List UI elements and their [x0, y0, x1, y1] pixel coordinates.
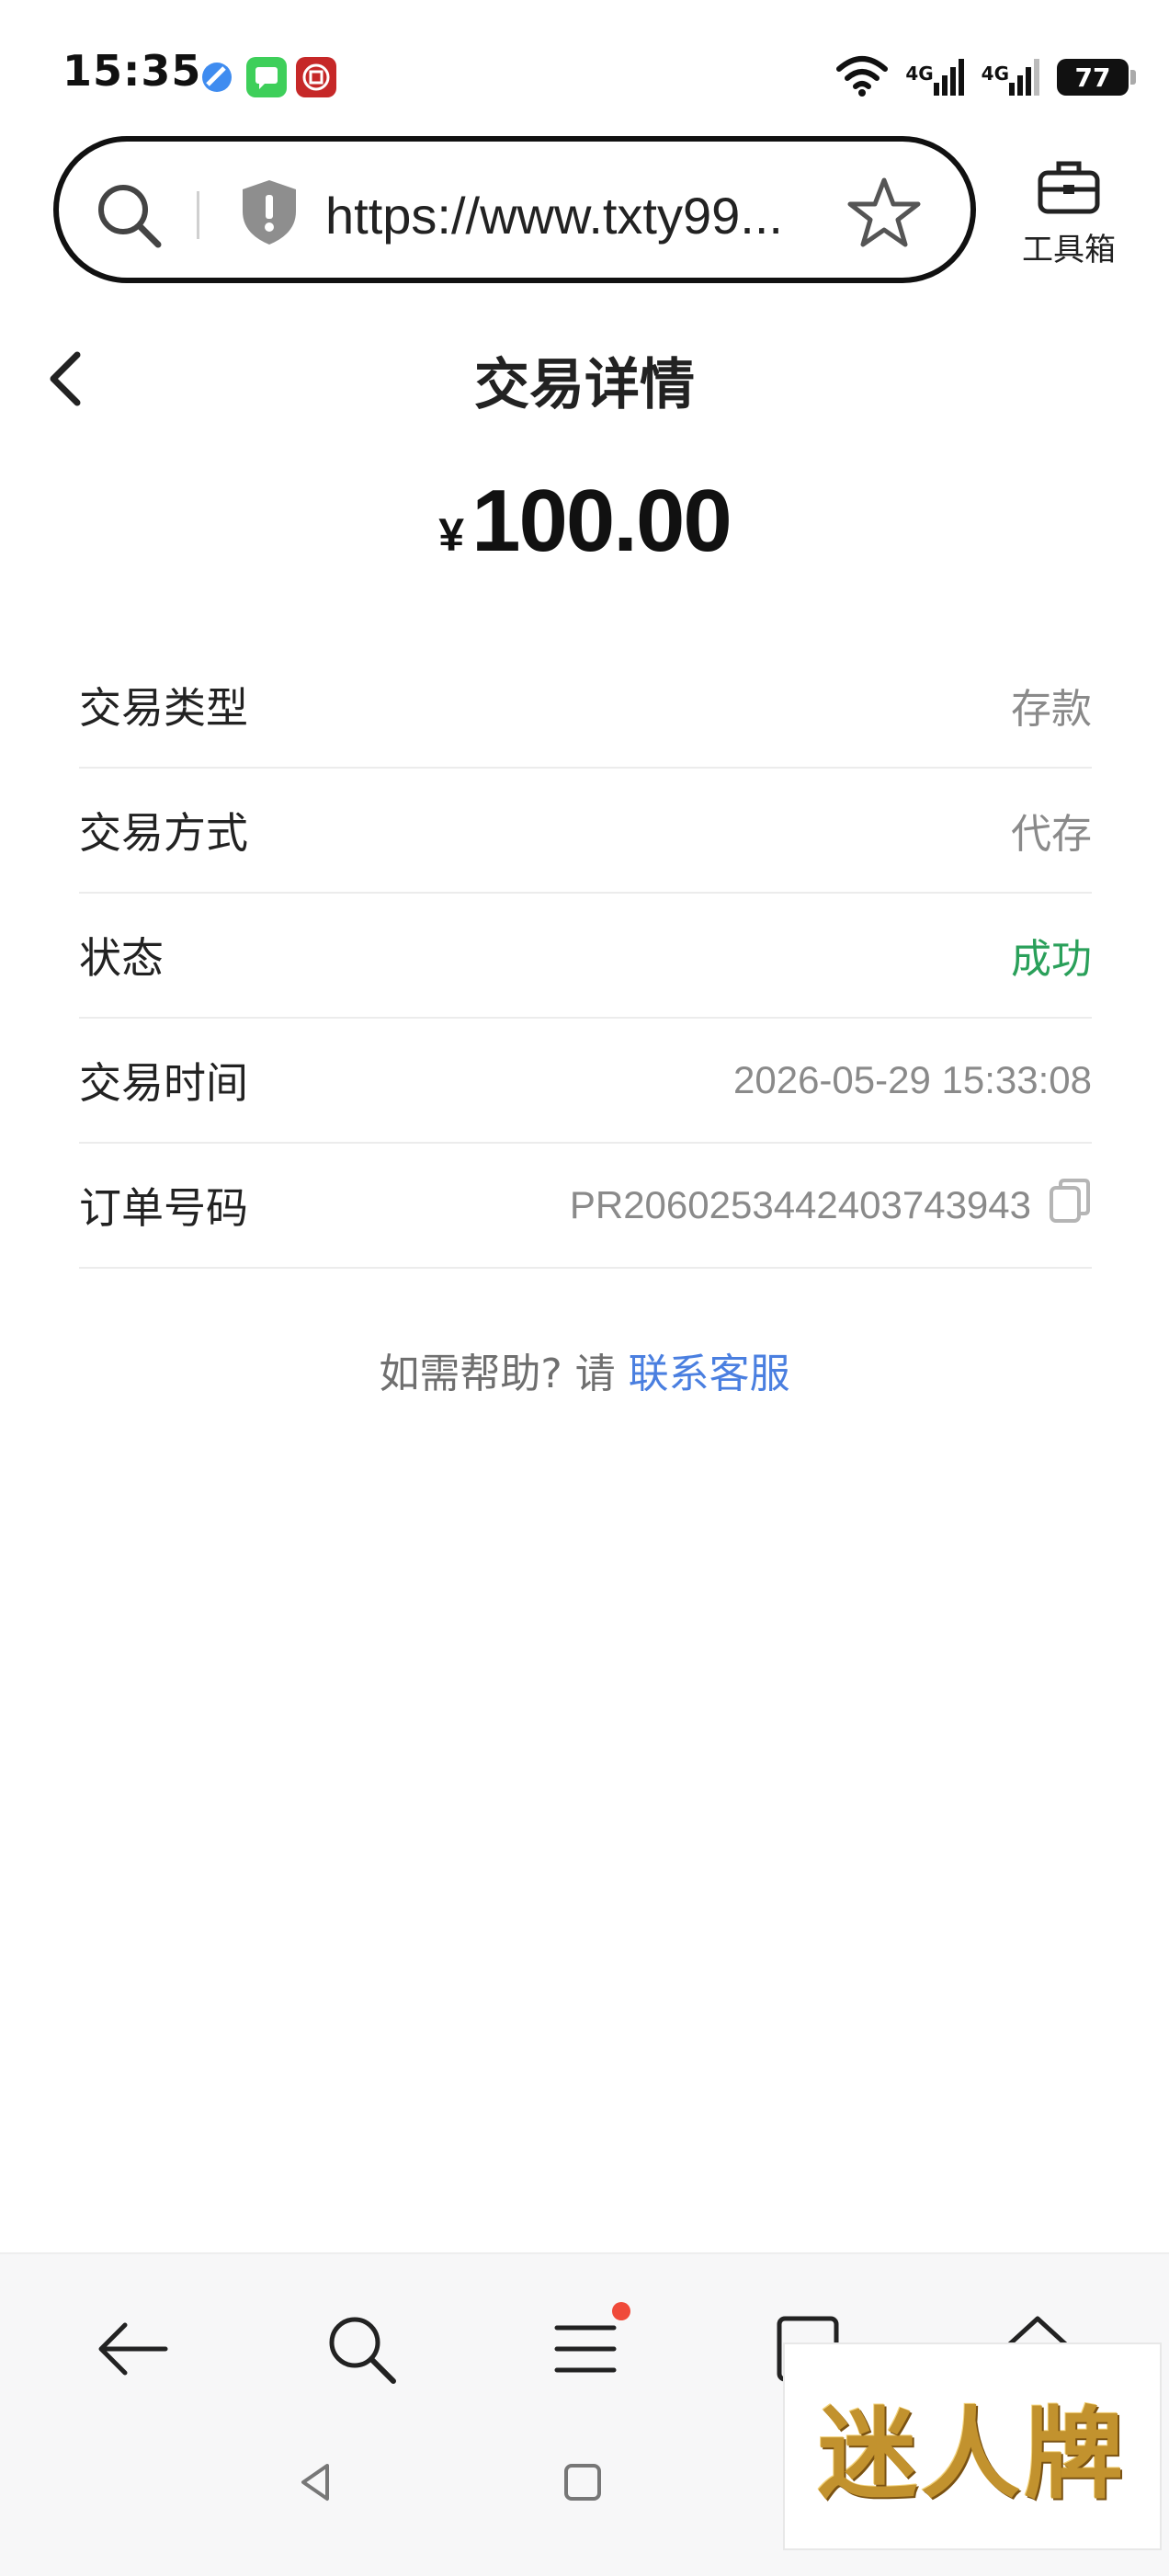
detail-label: 状态: [79, 933, 164, 983]
currency-symbol: ¥: [438, 509, 465, 561]
detail-row-type: 交易类型 存款: [79, 644, 1092, 769]
back-arrow-icon[interactable]: [92, 2308, 175, 2390]
toolbox-label: 工具箱: [1022, 232, 1116, 268]
detail-row-time: 交易时间 2026-05-29 15:33:08: [79, 1019, 1092, 1144]
toolbox-icon: [1037, 161, 1101, 219]
toolbox-button[interactable]: 工具箱: [1018, 158, 1119, 269]
network-type-2: 4G: [981, 63, 1009, 85]
bank-icon: [296, 57, 336, 97]
network-type-1: 4G: [905, 63, 934, 85]
watermark-logo: 迷人牌: [783, 2342, 1162, 2550]
system-home-icon[interactable]: [555, 2455, 610, 2510]
detail-label: 交易时间: [79, 1058, 248, 1108]
url-divider: [197, 191, 199, 239]
detail-value: 存款: [1011, 686, 1092, 733]
detail-row-order: 订单号码 PR2060253442403743943: [79, 1144, 1092, 1269]
messages-icon: [246, 57, 287, 97]
status-time: 15:35: [62, 46, 202, 96]
transaction-amount: ¥100.00: [0, 471, 1169, 572]
detail-row-status: 状态 成功: [79, 894, 1092, 1019]
system-back-icon[interactable]: [289, 2455, 344, 2510]
order-number: PR2060253442403743943: [569, 1183, 1031, 1226]
amount-value: 100.00: [471, 472, 732, 570]
url-bar[interactable]: https://www.txty99...: [53, 136, 976, 283]
page-title: 交易详情: [474, 353, 695, 417]
search-icon[interactable]: [94, 180, 165, 256]
status-bar: 15:35 4G 4G 77: [0, 0, 1169, 138]
detail-label: 交易类型: [79, 683, 248, 733]
transaction-details: 交易类型 存款 交易方式 代存 状态 成功 交易时间 2026-05-29 15…: [79, 644, 1092, 1269]
signal-icon: [1009, 59, 1039, 96]
wifi-icon: [835, 54, 889, 100]
copy-icon[interactable]: [1048, 1177, 1092, 1234]
search-icon[interactable]: [320, 2308, 403, 2390]
signal-group-2: 4G: [982, 59, 1040, 96]
url-text[interactable]: https://www.txty99...: [325, 186, 783, 245]
contact-support-link[interactable]: 联系客服: [629, 1351, 790, 1397]
detail-row-method: 交易方式 代存: [79, 769, 1092, 894]
detail-value: 2026-05-29 15:33:08: [733, 1058, 1092, 1101]
menu-icon[interactable]: [544, 2302, 630, 2390]
detail-label: 订单号码: [79, 1183, 248, 1233]
help-text: 如需帮助? 请 联系客服: [0, 1340, 1169, 1399]
order-number-group: PR2060253442403743943: [570, 1177, 1092, 1234]
notification-dot: [612, 2302, 630, 2320]
signal-group-1: 4G: [905, 59, 964, 96]
watermark-text: 迷人牌: [817, 2397, 1127, 2513]
status-value: 成功: [1011, 936, 1092, 983]
detail-label: 交易方式: [79, 808, 248, 858]
signal-icon: [933, 59, 964, 96]
battery-icon: 77: [1057, 59, 1136, 96]
star-icon[interactable]: [847, 177, 921, 252]
app-blue-icon: [197, 57, 237, 97]
help-prefix: 如需帮助? 请: [379, 1351, 629, 1397]
detail-value: 代存: [1011, 811, 1092, 858]
shield-icon[interactable]: [239, 177, 300, 252]
